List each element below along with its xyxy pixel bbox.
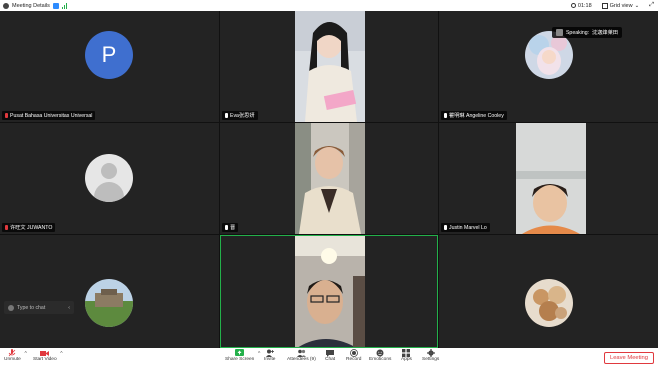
speaker-thumbnail [555,29,563,36]
chevron-up-icon[interactable]: ^ [24,351,26,357]
top-bar: Meeting Details 01:18 Grid view ⌄ ⤢ [0,0,658,11]
apps-icon [402,349,411,357]
participant-name: 许旺文 JUWANTO [10,225,53,231]
video-grid: P Pusat Bahasa Universitas Universal Eva… [0,11,658,348]
participant-video [295,11,365,122]
mic-muted-icon [5,113,8,118]
avatar-image [85,279,133,327]
participant-name-tag: Pusat Bahasa Universitas Universal [2,111,96,120]
record-icon [349,349,358,357]
grid-view-button[interactable]: Grid view ⌄ [601,2,640,9]
participant-name: 瞿明琳 Angeline Cooley [449,113,504,119]
meeting-timer: 01:18 [577,2,592,9]
chevron-up-icon[interactable]: ^ [60,351,62,357]
apps-label: Apps [401,357,412,362]
network-signal-icon[interactable] [61,2,67,9]
share-screen-button[interactable]: Share Screen ^ [225,349,260,362]
participant-name-tag: Justin Marvel Lo [441,223,490,232]
emoticons-icon [376,349,385,357]
chat-icon [326,349,335,357]
participant-tile[interactable]: 晋 [220,123,438,234]
info-icon[interactable] [3,2,9,9]
participant-tile[interactable] [0,235,219,348]
mic-icon [225,113,228,118]
participant-tile-active-speaker[interactable] [220,235,438,348]
participant-video [295,123,365,234]
fullscreen-icon[interactable]: ⤢ [649,2,654,9]
start-video-label: Start Video [33,357,57,362]
video-frame [295,11,365,122]
mic-muted-icon [8,349,17,357]
avatar [85,279,133,327]
invite-label: Invite [264,357,276,362]
avatar-image [525,279,573,327]
participant-name: Eva张思妍 [230,113,255,119]
participant-tile[interactable] [439,235,658,348]
emoticons-button[interactable]: Emoticons [369,349,391,362]
invite-button[interactable]: Invite [264,349,275,362]
leave-meeting-button[interactable]: Leave Meeting [603,352,654,364]
record-button[interactable]: Record [346,349,361,362]
meeting-toolbar: Unmute ^ Start Video ^ Share Screen ^ In… [0,348,658,367]
chat-placeholder[interactable]: Type to chat [17,305,45,311]
meeting-details-label[interactable]: Meeting Details [12,3,50,9]
video-off-icon [40,349,50,357]
participant-name-tag: 晋 [222,223,239,232]
participant-name-tag: 瞿明琳 Angeline Cooley [441,111,507,120]
chevron-down-icon: ⌄ [634,2,640,9]
avatar: P [85,31,133,79]
participant-name-tag: Eva张思妍 [222,111,258,120]
participant-video [516,123,586,234]
chat-bubble-icon [8,304,14,311]
settings-button[interactable]: Settings [422,349,439,362]
participant-name: 晋 [230,225,236,231]
unmute-button[interactable]: Unmute ^ [4,349,27,362]
mic-icon [444,225,447,230]
apps-button[interactable]: Apps [401,349,412,362]
mic-muted-icon [5,225,8,230]
participant-tile[interactable]: P Pusat Bahasa Universitas Universal [0,11,219,122]
speaking-indicator: Speaking: 沈迦烽莱田 [551,27,622,38]
grid-view-label: Grid view [609,2,633,9]
participant-name-tag: 许旺文 JUWANTO [2,223,56,232]
security-shield-icon[interactable] [52,2,59,9]
start-video-button[interactable]: Start Video ^ [33,349,63,362]
attendees-icon [296,349,306,357]
video-frame [295,236,365,347]
default-avatar-icon [85,154,133,202]
attendees-label: Attendees (9) [287,357,316,362]
participant-tile[interactable]: Eva张思妍 [220,11,438,122]
share-screen-label: Share Screen [225,357,255,362]
video-frame [516,123,586,234]
avatar [525,31,573,79]
video-frame [295,123,365,234]
participant-tile[interactable]: Justin Marvel Lo [439,123,658,234]
emoticons-label: Emoticons [369,357,392,362]
share-screen-icon [235,349,245,357]
mic-icon [444,113,447,118]
mic-icon [225,225,228,230]
chat-label: Chat [325,357,336,362]
chat-input-box[interactable]: Type to chat ‹ [4,301,74,314]
attendees-button[interactable]: Attendees (9) [287,349,316,362]
avatar [525,279,573,327]
record-label: Record [346,357,362,362]
participant-name: Justin Marvel Lo [449,224,487,231]
chevron-left-icon[interactable]: ‹ [68,305,70,311]
chat-button[interactable]: Chat [325,349,335,362]
speaking-name: 沈迦烽莱田 [592,30,618,36]
avatar-image [525,31,573,79]
gear-icon [426,349,435,357]
participant-tile[interactable]: Speaking: 沈迦烽莱田 瞿明琳 Angeline Cooley [439,11,658,122]
settings-label: Settings [422,357,440,362]
unmute-label: Unmute [4,357,21,362]
invite-person-icon [265,349,274,357]
participant-name: Pusat Bahasa Universitas Universal [10,112,93,119]
participant-tile[interactable]: 许旺文 JUWANTO [0,123,219,234]
chevron-up-icon[interactable]: ^ [258,351,260,357]
recording-timer-icon [570,3,576,8]
participant-video [295,236,365,347]
speaking-label: Speaking: [565,29,590,36]
grid-view-icon [601,2,608,9]
